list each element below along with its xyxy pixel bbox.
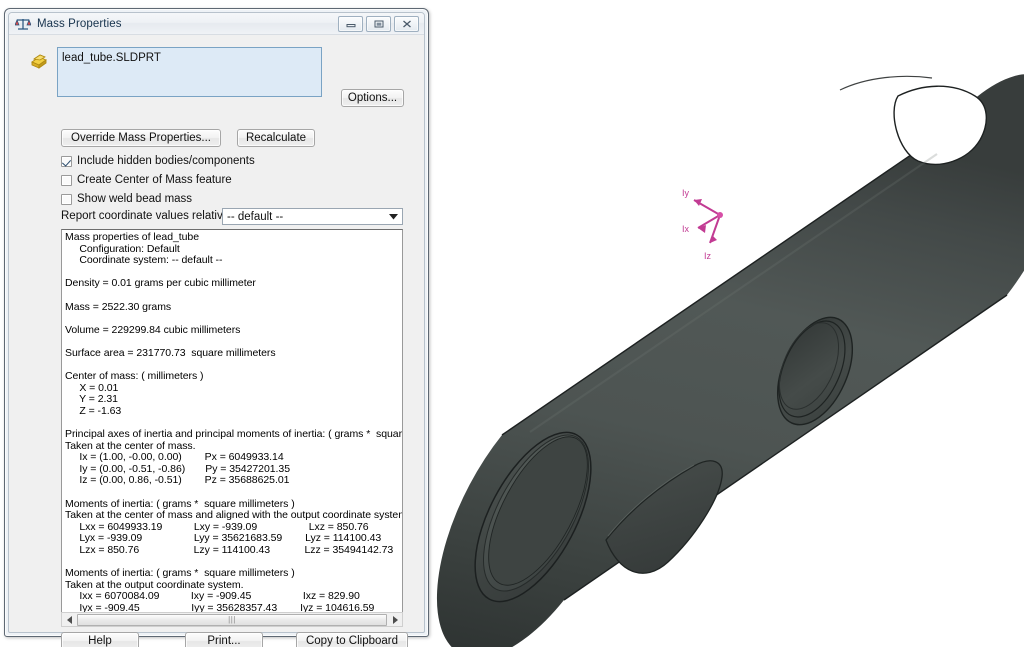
checkbox-label: Show weld bead mass (77, 193, 193, 205)
print-button[interactable]: Print... (185, 632, 263, 647)
scrollbar-grip: ||| (228, 614, 236, 624)
scrollbar-thumb[interactable]: ||| (77, 613, 387, 626)
principal-axes-triad: Iy Ix Iz (682, 188, 723, 261)
dialog-titlebar[interactable]: Mass Properties (9, 13, 424, 35)
dialog-inner: Mass Properties lead_tube.SLDPRT Options… (8, 12, 425, 647)
gold-weight-icon (28, 51, 50, 71)
mass-properties-dialog: Mass Properties lead_tube.SLDPRT Options… (4, 8, 429, 647)
checkbox-create-center-of-mass[interactable]: Create Center of Mass feature (61, 173, 232, 187)
checkbox-include-hidden-bodies[interactable]: Include hidden bodies/components (61, 154, 255, 168)
minimize-button[interactable] (338, 16, 363, 32)
window-controls (338, 16, 419, 32)
lead-tube-model: Iy Ix Iz (436, 74, 1024, 647)
screen: Iy Ix Iz Mass Properties lead_tube.SLDPR… (0, 0, 1024, 647)
triad-z-label: Iz (704, 251, 712, 261)
triad-x-label: Ix (682, 224, 690, 234)
report-text: Mass properties of lead_tube Configurati… (65, 231, 403, 613)
coordinate-system-value: -- default -- (227, 210, 284, 223)
chevron-down-icon[interactable] (385, 209, 402, 224)
triad-y-label: Iy (682, 188, 690, 198)
help-button[interactable]: Help (61, 632, 139, 647)
balance-scale-icon (14, 17, 32, 31)
checkbox-box[interactable] (61, 174, 72, 186)
recalculate-button[interactable]: Recalculate (237, 129, 315, 147)
maximize-button[interactable] (366, 16, 391, 32)
override-mass-properties-button[interactable]: Override Mass Properties... (61, 129, 221, 147)
dialog-title: Mass Properties (37, 17, 122, 30)
coordinate-relative-label: Report coordinate values relative to: (61, 210, 246, 222)
mass-properties-report[interactable]: Mass properties of lead_tube Configurati… (61, 229, 403, 613)
checkbox-label: Create Center of Mass feature (77, 174, 232, 186)
checkbox-box[interactable] (61, 193, 72, 205)
dialog-body: lead_tube.SLDPRT Options... Override Mas… (9, 35, 424, 647)
selected-part-item[interactable]: lead_tube.SLDPRT (58, 48, 321, 65)
copy-to-clipboard-button[interactable]: Copy to Clipboard (296, 632, 408, 647)
checkbox-show-weld-bead-mass[interactable]: Show weld bead mass (61, 192, 192, 206)
checkbox-label: Include hidden bodies/components (77, 155, 255, 167)
tube-solid (436, 74, 1024, 647)
report-horizontal-scrollbar[interactable]: ||| (61, 612, 403, 627)
close-button[interactable] (394, 16, 419, 32)
triangle-left-icon[interactable] (62, 613, 76, 626)
model-viewport[interactable]: Iy Ix Iz (432, 0, 1024, 647)
top-cutout (839, 75, 987, 165)
coordinate-system-select[interactable]: -- default -- (222, 208, 403, 225)
checkbox-box[interactable] (61, 155, 72, 167)
selection-listbox[interactable]: lead_tube.SLDPRT (57, 47, 322, 97)
options-button[interactable]: Options... (341, 89, 404, 107)
triangle-right-icon[interactable] (388, 613, 402, 626)
